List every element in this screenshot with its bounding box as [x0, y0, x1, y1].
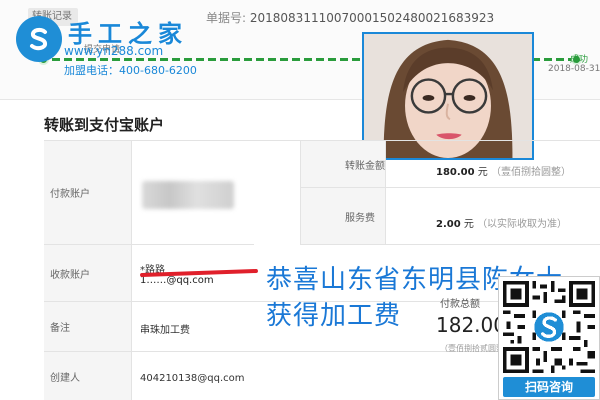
brand-s-mark [30, 27, 48, 51]
timeline-success-date: 2018-08-31 15 [548, 64, 600, 74]
watermark-url: www.yn288.com [64, 44, 164, 58]
transfer-receipt-page: 转账记录 单据号: 201808311100700015024800216839… [0, 0, 600, 400]
amount-value: 180.00 [436, 167, 475, 178]
receipt-number-label: 单据号: [206, 11, 247, 25]
service-fee-label: 服务费 [300, 188, 386, 244]
qr-code[interactable] [503, 281, 595, 373]
memo-label: 备注 [44, 302, 132, 351]
payee-account-label: 收款账户 [44, 245, 132, 301]
receipt-number: 单据号: 20180831110070001502480021683923 [206, 9, 494, 26]
memo-value: 串珠加工费 [140, 325, 190, 336]
payer-account-blurred [142, 181, 234, 209]
watermark-phone: 加盟电话：400-680-6200 [64, 64, 197, 77]
qr-consult-card[interactable]: 扫码咨询 [498, 276, 600, 400]
amount-unit: 元 [474, 167, 488, 178]
receipt-number-value: 20180831110070001502480021683923 [249, 11, 495, 25]
row-divider [300, 244, 600, 245]
service-fee-row: 2.00 元 （以实际收取为准） [436, 215, 567, 230]
service-fee-note: （以实际收取为准） [477, 219, 568, 230]
creator-label: 创建人 [44, 352, 132, 400]
service-fee-value: 2.00 [436, 219, 461, 230]
amount-row: 180.00 元 （壹佰捌拾圆整） [436, 163, 571, 178]
service-fee-unit: 元 [460, 219, 474, 230]
page-title: 转账到支付宝账户 [44, 116, 165, 134]
scan-consult-button[interactable]: 扫码咨询 [503, 377, 595, 397]
payer-account-label: 付款账户 [44, 141, 132, 244]
creator-value: 404210138@qq.com [140, 373, 245, 384]
brand-logo-icon [16, 16, 62, 62]
amount-label: 转账金额 [300, 141, 386, 187]
amount-in-words: （壹佰捌拾圆整） [490, 167, 571, 178]
